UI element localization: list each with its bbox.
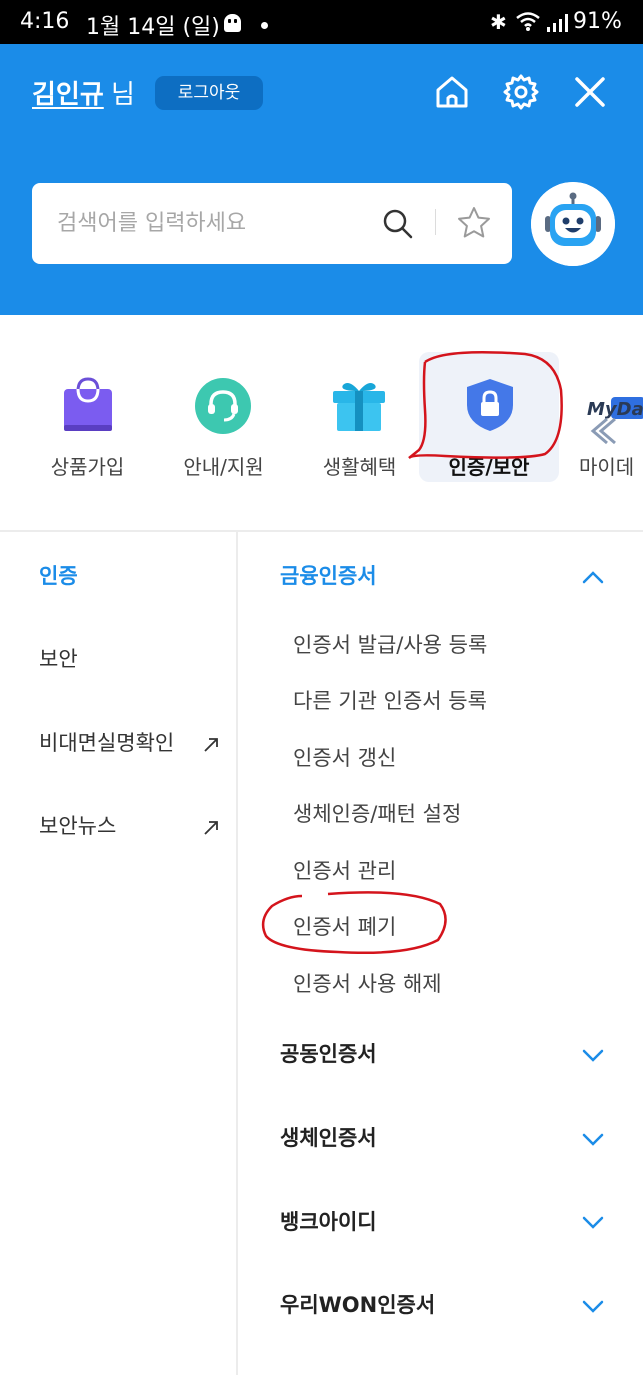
chatbot-icon[interactable] [531, 182, 615, 266]
svg-text:MyDa: MyDa [587, 399, 643, 420]
left-menu-item-auth[interactable]: 인증 [39, 560, 78, 590]
chevron-up-icon[interactable] [582, 570, 604, 584]
sub-item-renew[interactable]: 인증서 갱신 [293, 742, 396, 772]
sub-item-issue-register[interactable]: 인증서 발급/사용 등록 [293, 629, 487, 659]
chevron-down-icon[interactable] [582, 1300, 604, 1314]
sub-item-deactivate[interactable]: 인증서 사용 해제 [293, 968, 442, 998]
section-title-biometric-cert[interactable]: 생체인증서 [280, 1122, 377, 1152]
status-time: 4:16 [20, 9, 70, 34]
search-divider [435, 209, 436, 235]
home-icon[interactable] [432, 72, 472, 112]
star-icon[interactable] [456, 205, 492, 241]
external-link-icon [204, 738, 218, 752]
user-name[interactable]: 김인규 [32, 74, 104, 111]
sub-item-biometric-pattern[interactable]: 생체인증/패턴 설정 [293, 798, 461, 828]
section-title-joint-cert[interactable]: 공동인증서 [280, 1038, 377, 1068]
category-guide-support[interactable]: 안내/지원 [166, 315, 281, 530]
mydata-icon: MyDa [587, 397, 643, 445]
annotation-circle-revoke [261, 891, 447, 955]
chevron-down-icon[interactable] [582, 1049, 604, 1063]
category-label: 안내/지원 [183, 455, 264, 479]
gift-icon [333, 383, 385, 431]
section-title-bank-id[interactable]: 뱅크아이디 [280, 1206, 377, 1236]
status-bar: 4:16 1월 14일 (일) ✱ 91% [0, 0, 643, 44]
category-label: 마이데 [579, 455, 635, 479]
shopping-bag-icon [64, 377, 112, 431]
category-product-signup[interactable]: 상품가입 [30, 315, 145, 530]
sub-item-manage[interactable]: 인증서 관리 [293, 855, 396, 885]
left-menu-item-security-news[interactable]: 보안뉴스 [39, 810, 116, 840]
battery-level: 91% [573, 9, 622, 34]
section-title-financial-cert[interactable]: 금융인증서 [280, 560, 377, 590]
close-icon[interactable] [572, 74, 608, 110]
gear-icon[interactable] [501, 72, 541, 112]
wifi-icon [516, 12, 540, 31]
chevron-down-icon[interactable] [582, 1133, 604, 1147]
left-menu-item-security[interactable]: 보안 [39, 643, 78, 673]
left-menu: 인증 보안 비대면실명확인 보안뉴스 [0, 532, 238, 1375]
signal-icon [547, 14, 568, 32]
notification-dot-icon [261, 22, 268, 29]
category-mydata[interactable]: MyDa 마이데 [575, 315, 643, 530]
sub-item-other-institution[interactable]: 다른 기관 인증서 등록 [293, 685, 487, 715]
category-label: 상품가입 [50, 455, 125, 479]
status-date: 1월 14일 (일) [86, 15, 220, 40]
bluetooth-icon: ✱ [490, 10, 507, 34]
left-menu-item-remote-id[interactable]: 비대면실명확인 [39, 727, 174, 757]
category-life-benefits[interactable]: 생활혜택 [302, 315, 417, 530]
chevron-down-icon[interactable] [582, 1216, 604, 1230]
annotation-circle-category [408, 350, 563, 460]
category-label: 생활혜택 [322, 455, 397, 479]
search-icon[interactable] [381, 207, 415, 241]
logout-button[interactable]: 로그아웃 [155, 76, 263, 110]
headset-icon [195, 378, 251, 434]
search-box [32, 183, 512, 264]
search-input[interactable] [57, 205, 377, 241]
external-link-icon [204, 821, 218, 835]
section-title-woori-won-cert[interactable]: 우리WON인증서 [280, 1289, 435, 1319]
header: 김인규 님 로그아웃 [0, 44, 643, 315]
notification-icon [224, 14, 241, 32]
user-name-suffix: 님 [111, 80, 135, 110]
